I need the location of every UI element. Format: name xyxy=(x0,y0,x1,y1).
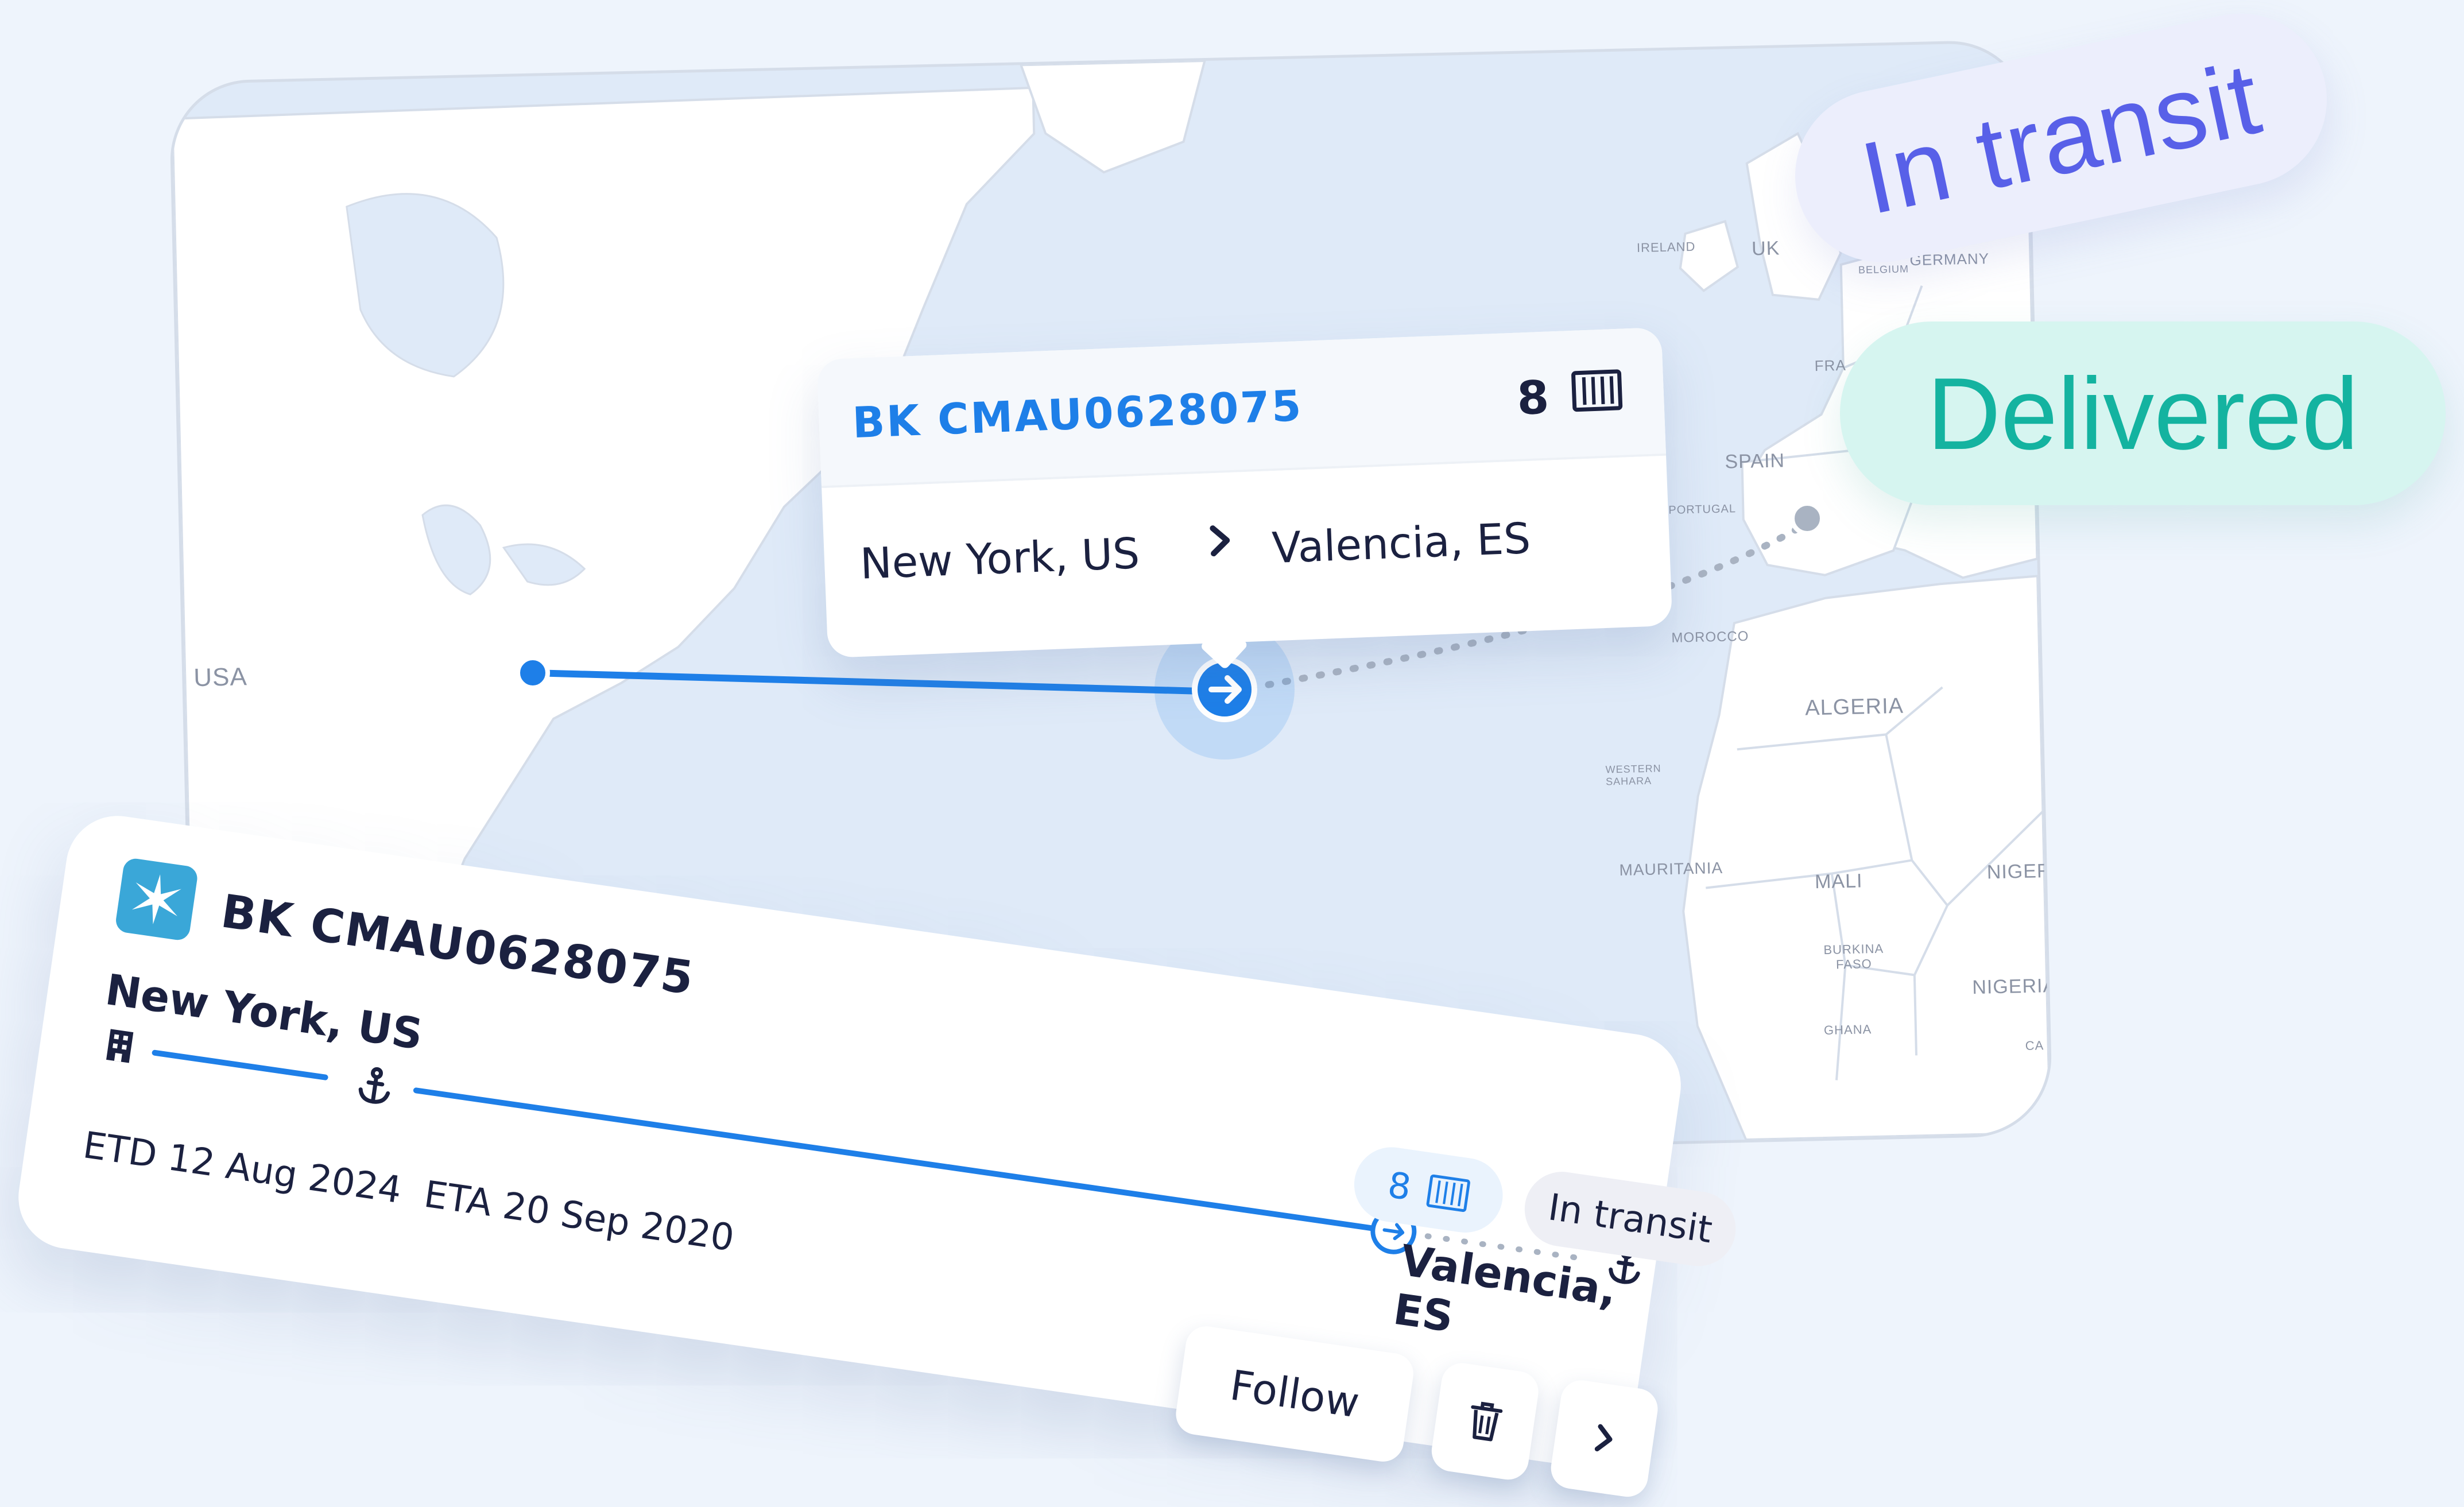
map-label-uk: UK xyxy=(1751,237,1780,260)
tooltip-origin: New York, US xyxy=(859,529,1141,589)
in-transit-pill: In transit xyxy=(1779,0,2343,278)
map-label-cameroon: CA xyxy=(2025,1038,2044,1053)
tooltip-body: New York, US Valencia, ES xyxy=(822,456,1672,660)
delete-button[interactable] xyxy=(1429,1360,1541,1482)
tooltip-container-count: 8 xyxy=(1516,370,1550,425)
map-label-nigeria: NIGERIA xyxy=(1971,974,2054,999)
map-label-morocco: MOROCCO xyxy=(1671,628,1749,646)
tooltip-destination: Valencia, ES xyxy=(1271,513,1532,574)
greenland-land xyxy=(1019,59,1207,174)
follow-button-label: Follow xyxy=(1227,1361,1362,1427)
shipment-tooltip[interactable]: BK CMAU0628075 8 New York, US Valencia, … xyxy=(816,327,1673,670)
map-label-mauritania: MAURITANIA xyxy=(1619,858,1723,880)
trash-icon xyxy=(1471,1401,1503,1442)
map-label-france: FRA xyxy=(1814,356,1847,375)
delivered-pill: Delivered xyxy=(1840,321,2446,505)
building-icon xyxy=(106,1029,134,1063)
track-segment-1 xyxy=(152,1049,328,1080)
map-label-usa: USA xyxy=(193,663,248,692)
container-icon xyxy=(1571,369,1623,412)
next-button[interactable] xyxy=(1548,1377,1661,1500)
map-label-burkina-faso: BURKINA FASO xyxy=(1823,941,1884,972)
map-label-spain: SPAIN xyxy=(1725,450,1785,473)
map-label-portugal: PORTUGAL xyxy=(1668,502,1737,517)
card-container-count: 8 xyxy=(1385,1163,1414,1208)
map-label-belgium: BELGIUM xyxy=(1858,263,1909,276)
delivered-label: Delivered xyxy=(1927,356,2359,471)
map-label-algeria: ALGERIA xyxy=(1804,694,1904,720)
tooltip-booking-code[interactable]: BK CMAU0628075 xyxy=(851,381,1304,448)
map-label-ghana: GHANA xyxy=(1823,1022,1872,1038)
anchor-icon xyxy=(358,1067,390,1104)
chevron-right-icon xyxy=(1210,525,1230,557)
card-status-label: In transit xyxy=(1545,1186,1715,1252)
map-label-western-sahara: WESTERN SAHARA xyxy=(1605,762,1661,788)
ireland-land xyxy=(1679,220,1739,293)
map-label-mali: MALI xyxy=(1814,870,1863,893)
map-label-ireland: IRELAND xyxy=(1636,239,1696,255)
map-label-niger: NIGER xyxy=(1986,859,2052,884)
chevron-right-icon xyxy=(1594,1424,1613,1452)
container-icon xyxy=(1426,1174,1470,1212)
